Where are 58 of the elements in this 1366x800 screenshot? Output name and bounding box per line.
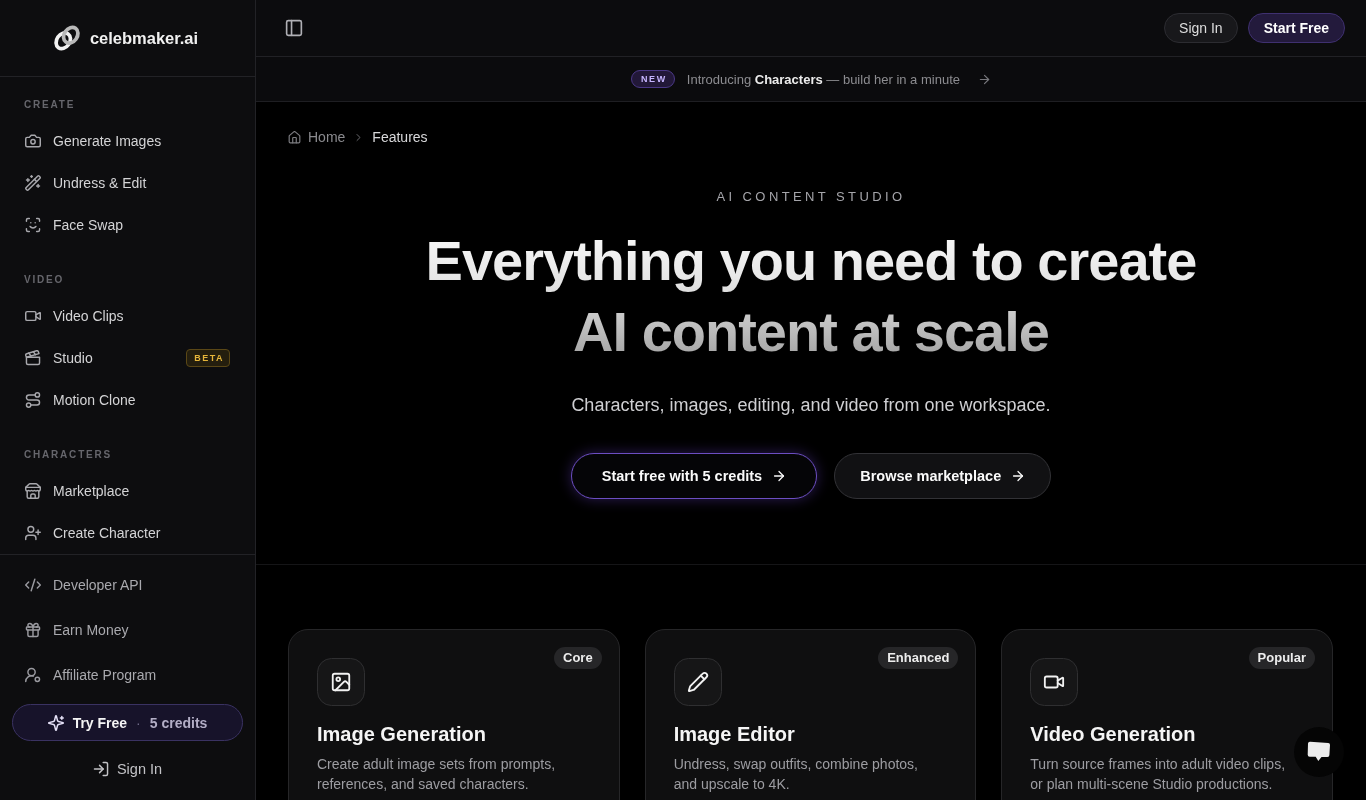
try-free-button[interactable]: Try Free · 5 credits xyxy=(12,704,243,741)
card-description: Turn source frames into adult video clips, or plan multi-scene Studio productions. xyxy=(1030,755,1287,794)
gift-icon xyxy=(25,621,41,638)
sidebar-item[interactable]: Video Clips xyxy=(12,295,243,337)
announcement-link[interactable]: Introducing Characters — build her in a minute xyxy=(686,71,960,87)
start-free-button[interactable]: Start Free xyxy=(1247,13,1345,43)
user-ring-icon xyxy=(25,666,41,683)
route-icon xyxy=(25,392,41,408)
sidebar-item[interactable]: Motion Clone xyxy=(12,379,243,421)
feature-badge: Core xyxy=(554,647,602,669)
section-heading: VIDEO xyxy=(23,274,66,286)
home-icon xyxy=(288,130,301,144)
eyebrow-text: AI CONTENT STUDIO xyxy=(715,188,907,206)
logo-text[interactable]: celebmaker.ai xyxy=(89,28,199,48)
sidebar-item[interactable]: Generate Images xyxy=(12,120,243,162)
face-scan-icon xyxy=(25,217,41,233)
section-heading: CREATE xyxy=(23,99,77,111)
card-title: Image Editor xyxy=(673,722,796,747)
card-title: Image Generation xyxy=(317,722,487,747)
hero-subtitle: Characters, images, editing, and video from one workspace. xyxy=(570,394,1052,417)
sidebar-item[interactable]: Marketplace xyxy=(12,470,243,512)
video-camera-icon xyxy=(25,308,41,324)
arrow-right-icon xyxy=(1011,469,1026,483)
breadcrumb-current: Features xyxy=(372,128,428,147)
sparkles-icon xyxy=(47,714,64,731)
sidebar-link[interactable]: Earn Money xyxy=(12,607,243,652)
sidebar-link[interactable]: Affiliate Program xyxy=(12,652,243,697)
start-free-button[interactable]: Start free with 5 credits xyxy=(570,453,818,499)
image-icon xyxy=(317,658,365,706)
card-description: Create adult image sets from prompts, references, and saved characters. xyxy=(317,755,557,794)
pencil-icon xyxy=(673,658,722,706)
camera-icon xyxy=(25,133,41,149)
logo-icon[interactable] xyxy=(52,24,81,52)
code-icon xyxy=(25,576,41,593)
sign-in-link[interactable]: Sign In xyxy=(86,755,169,783)
enter-arrow-icon xyxy=(92,761,109,777)
sidebar-link[interactable]: Developer API xyxy=(12,562,243,607)
sidebar-item[interactable]: Face Swap xyxy=(12,204,243,246)
beta-badge: BETA xyxy=(186,349,230,367)
browse-marketplace-button[interactable]: Browse marketplace xyxy=(834,453,1052,499)
sidebar-item[interactable]: Create Character xyxy=(12,512,243,554)
breadcrumb-link[interactable]: Home xyxy=(288,127,346,147)
card-description: Undress, swap outfits, combine photos, and upscale to 4K. xyxy=(673,755,919,794)
section-heading: CHARACTERS xyxy=(23,449,113,461)
clapperboard-icon xyxy=(25,350,41,366)
arrow-right-icon xyxy=(772,469,787,483)
sidebar-item[interactable]: Undress & Edit xyxy=(12,162,243,204)
sign-in-button[interactable]: Sign In xyxy=(1164,13,1238,43)
card-title: Video Generation xyxy=(1030,722,1197,747)
user-plus-icon xyxy=(25,525,41,541)
feature-badge: Popular xyxy=(1248,647,1315,669)
video-camera-icon xyxy=(1030,658,1079,706)
sidebar-toggle-icon[interactable] xyxy=(285,19,303,37)
feature-badge: Enhanced xyxy=(878,647,959,669)
sidebar-item[interactable]: Studio BETA xyxy=(12,337,243,379)
store-icon xyxy=(25,483,41,499)
new-badge: NEW xyxy=(631,70,675,88)
magic-wand-icon xyxy=(25,175,41,191)
